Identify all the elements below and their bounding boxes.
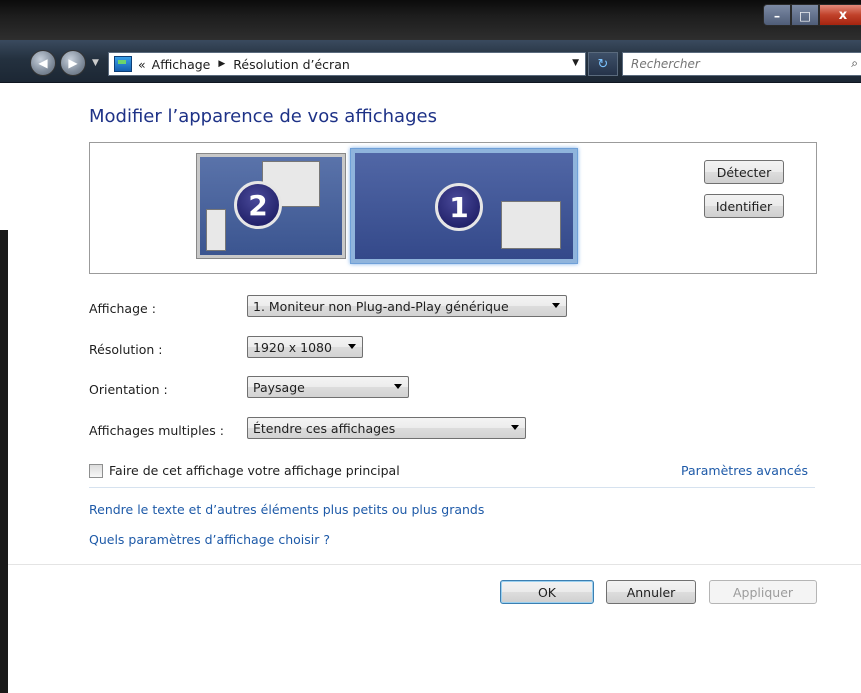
- arrow-left-icon: ◀: [38, 56, 48, 70]
- breadcrumb-overflow[interactable]: «: [138, 57, 146, 72]
- chevron-down-icon: [511, 425, 519, 430]
- window-left-edge: [0, 230, 8, 693]
- identify-button[interactable]: Identifier: [704, 194, 784, 218]
- recent-pages-dropdown[interactable]: ▼: [92, 58, 99, 68]
- ok-button[interactable]: OK: [500, 580, 594, 604]
- orientation-select-value: Paysage: [253, 379, 305, 395]
- search-box[interactable]: ⌕: [622, 52, 861, 76]
- cancel-button[interactable]: Annuler: [606, 580, 696, 604]
- arrow-right-icon: ▶: [68, 56, 78, 70]
- chevron-down-icon: [552, 303, 560, 308]
- maximize-button[interactable]: □: [791, 4, 819, 26]
- detect-button[interactable]: Détecter: [704, 160, 784, 184]
- breadcrumb-affichage[interactable]: Affichage: [152, 57, 211, 72]
- mini-window-icon: [501, 201, 561, 249]
- main-content: Modifier l’apparence de vos affichages 2…: [8, 83, 861, 693]
- advanced-settings-link[interactable]: Paramètres avancés: [681, 463, 808, 478]
- search-icon[interactable]: ⌕: [851, 56, 858, 71]
- monitor-1-number-badge: 1: [435, 183, 483, 231]
- orientation-select[interactable]: Paysage: [247, 376, 409, 398]
- monitor-2-number-badge: 2: [234, 181, 282, 229]
- resolution-select[interactable]: 1920 x 1080: [247, 336, 363, 358]
- address-dropdown-icon[interactable]: ▼: [572, 58, 579, 68]
- resolution-label: Résolution :: [89, 342, 163, 357]
- text-size-link[interactable]: Rendre le texte et d’autres éléments plu…: [89, 502, 484, 517]
- minimize-button[interactable]: –: [763, 4, 791, 26]
- display-select-value: 1. Moniteur non Plug-and-Play générique: [253, 298, 509, 314]
- main-display-option[interactable]: Faire de cet affichage votre affichage p…: [89, 463, 400, 478]
- multiple-displays-label: Affichages multiples :: [89, 423, 224, 438]
- display-select[interactable]: 1. Moniteur non Plug-and-Play générique: [247, 295, 567, 317]
- chevron-down-icon: [394, 384, 402, 389]
- monitor-2-thumbnail[interactable]: 2: [196, 153, 346, 259]
- footer-divider: [8, 564, 861, 565]
- monitor-1-thumbnail[interactable]: 1: [350, 148, 578, 264]
- multiple-displays-select[interactable]: Étendre ces affichages: [247, 417, 526, 439]
- display-label: Affichage :: [89, 301, 156, 316]
- display-icon: [114, 56, 132, 72]
- address-bar[interactable]: « Affichage ▶ Résolution d’écran ▼: [108, 52, 586, 76]
- divider: [89, 487, 815, 488]
- close-button[interactable]: x: [819, 4, 861, 26]
- multiple-displays-select-value: Étendre ces affichages: [253, 420, 396, 436]
- back-button[interactable]: ◀: [30, 50, 56, 76]
- breadcrumb-separator-icon[interactable]: ▶: [218, 59, 225, 69]
- search-input[interactable]: [629, 56, 833, 72]
- navigation-bar: ◀ ▶ ▼ « Affichage ▶ Résolution d’écran ▼…: [0, 40, 861, 83]
- title-bar: – □ x: [0, 0, 861, 40]
- orientation-label: Orientation :: [89, 382, 168, 397]
- resolution-select-value: 1920 x 1080: [253, 339, 332, 355]
- apply-button[interactable]: Appliquer: [709, 580, 817, 604]
- chevron-down-icon: [348, 344, 356, 349]
- monitor-preview-area: 2 1 Détecter Identifier: [89, 142, 817, 274]
- refresh-button[interactable]: ↻: [588, 52, 618, 76]
- page-title: Modifier l’apparence de vos affichages: [89, 106, 437, 127]
- forward-button[interactable]: ▶: [60, 50, 86, 76]
- mini-window-icon: [206, 209, 226, 251]
- refresh-icon: ↻: [597, 56, 609, 72]
- breadcrumb-resolution[interactable]: Résolution d’écran: [233, 57, 349, 72]
- display-settings-help-link[interactable]: Quels paramètres d’affichage choisir ?: [89, 532, 330, 547]
- main-display-checkbox-label[interactable]: Faire de cet affichage votre affichage p…: [109, 463, 400, 478]
- window-controls: – □ x: [763, 4, 861, 26]
- main-display-checkbox[interactable]: [89, 463, 103, 478]
